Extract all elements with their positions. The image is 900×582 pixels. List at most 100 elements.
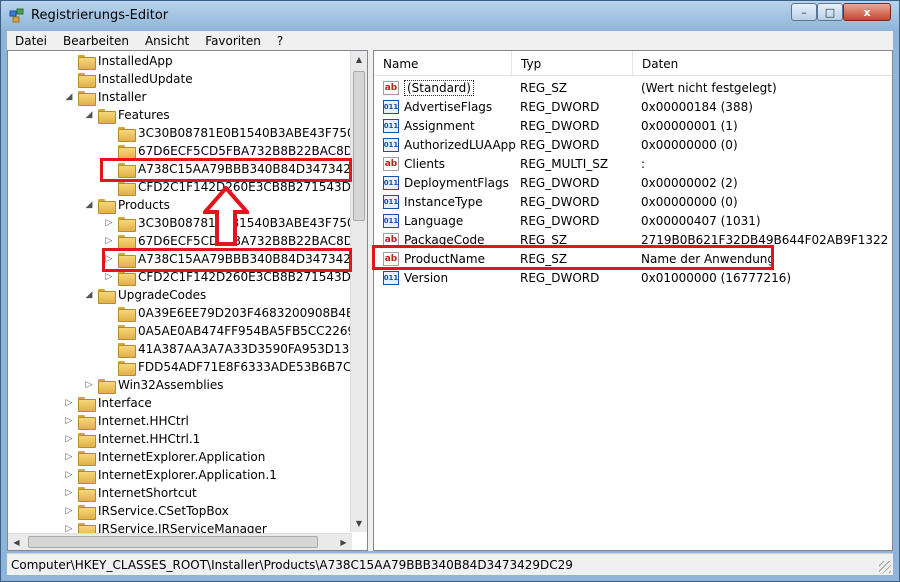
tree-vertical-scrollbar[interactable]: ▲ ▼ bbox=[350, 51, 367, 532]
tree-item[interactable]: ▷ Internet.HHCtrl.1 bbox=[64, 430, 200, 448]
value-list[interactable]: Name Typ Daten ab (Standard) REG_SZ (Wert n… bbox=[373, 50, 893, 551]
value-row[interactable]: 011 AdvertiseFlags REG_DWORD 0x00000184 (38… bbox=[374, 97, 892, 116]
tree-item[interactable]: ◢ Products bbox=[84, 196, 170, 214]
scroll-right-icon[interactable]: ▶ bbox=[335, 534, 352, 550]
tree-item-label: Products bbox=[118, 198, 170, 212]
scroll-up-icon[interactable]: ▲ bbox=[351, 51, 367, 68]
tree-item[interactable]: ◢ UpgradeCodes bbox=[84, 286, 206, 304]
expand-arrow-icon[interactable]: ▷ bbox=[84, 380, 94, 390]
column-name[interactable]: Name bbox=[374, 51, 512, 76]
value-type: REG_DWORD bbox=[520, 118, 600, 133]
tree-item[interactable]: InstalledUpdate bbox=[64, 70, 193, 88]
tree-item-label: Win32Assemblies bbox=[118, 378, 224, 392]
resize-grip-icon[interactable] bbox=[879, 561, 891, 573]
tree-item[interactable]: ▷ Interface bbox=[64, 394, 152, 412]
menu-help[interactable]: ? bbox=[269, 34, 291, 48]
title-bar[interactable]: Registrierungs-Editor – □ x bbox=[1, 1, 899, 31]
tree-item-label: CFD2C1F142D260E3CB8B271543DA9F98 bbox=[138, 180, 368, 194]
maximize-button[interactable]: □ bbox=[817, 3, 843, 21]
expand-arrow-icon bbox=[64, 74, 74, 84]
expand-arrow-icon[interactable]: ▷ bbox=[104, 218, 114, 228]
tree-item[interactable]: 41A387AA3A7A33D3590FA953D1350011 bbox=[104, 340, 367, 358]
tree-item[interactable]: ▷ Internet.HHCtrl bbox=[64, 412, 189, 430]
scroll-thumb[interactable] bbox=[353, 71, 365, 221]
collapse-arrow-icon[interactable]: ◢ bbox=[84, 290, 94, 300]
value-row[interactable]: ab Clients REG_MULTI_SZ: bbox=[374, 154, 892, 173]
collapse-arrow-icon[interactable]: ◢ bbox=[64, 92, 74, 102]
value-row[interactable]: 011 Language REG_DWORD 0x00000407 (1031) bbox=[374, 211, 892, 230]
value-type: REG_DWORD bbox=[520, 99, 600, 114]
expand-arrow-icon[interactable]: ▷ bbox=[64, 488, 74, 498]
expand-arrow-icon[interactable]: ▷ bbox=[64, 416, 74, 426]
folder-icon bbox=[118, 180, 136, 196]
value-type: REG_DWORD bbox=[520, 175, 600, 190]
value-row[interactable]: 011 AuthorizedLUAApp REG_DWORD 0x00000000 (… bbox=[374, 135, 892, 154]
column-type[interactable]: Typ bbox=[512, 51, 633, 76]
value-row[interactable]: 011 InstanceType REG_DWORD 0x00000000 (0) bbox=[374, 192, 892, 211]
tree-item-label: FDD54ADF71E8F6333ADE53B6B7C786A8 bbox=[138, 360, 368, 374]
value-row[interactable]: 011 Assignment REG_DWORD 0x00000001 (1) bbox=[374, 116, 892, 135]
value-row[interactable]: ab (Standard) REG_SZ (Wert nicht festgelegt… bbox=[374, 78, 892, 97]
tree-item-label: InstalledApp bbox=[98, 54, 173, 68]
menu-datei[interactable]: Datei bbox=[7, 34, 55, 48]
tree-item[interactable]: ▷ InternetShortcut bbox=[64, 484, 197, 502]
key-tree[interactable]: InstalledApp InstalledUpdate ◢ Installer ◢ Fe… bbox=[7, 50, 368, 551]
highlight-box-feature-key bbox=[100, 158, 352, 182]
tree-item[interactable]: 0A39E6EE79D203F4683200908B4ED83E bbox=[104, 304, 367, 322]
menu-bearbeiten[interactable]: Bearbeiten bbox=[55, 34, 137, 48]
folder-icon bbox=[78, 414, 96, 430]
folder-icon bbox=[78, 450, 96, 466]
minimize-button[interactable]: – bbox=[791, 3, 817, 21]
expand-arrow-icon[interactable]: ▷ bbox=[104, 236, 114, 246]
folder-icon bbox=[118, 144, 136, 160]
expand-arrow-icon[interactable]: ▷ bbox=[64, 506, 74, 516]
tree-item[interactable]: ▷ Win32Assemblies bbox=[84, 376, 224, 394]
expand-arrow-icon bbox=[104, 344, 114, 354]
string-value-icon: ab bbox=[383, 156, 399, 171]
tree-item[interactable]: 3C30B08781E0B1540B3ABE43F7504CEC bbox=[104, 124, 367, 142]
tree-item-label: UpgradeCodes bbox=[118, 288, 207, 302]
scroll-down-icon[interactable]: ▼ bbox=[351, 515, 367, 532]
folder-icon bbox=[78, 432, 96, 448]
menu-ansicht[interactable]: Ansicht bbox=[137, 34, 197, 48]
menu-favoriten[interactable]: Favoriten bbox=[197, 34, 269, 48]
tree-item-label: CFD2C1F142D260E3CB8B271543DA9F98 bbox=[138, 270, 368, 284]
binary-value-icon: 011 bbox=[383, 194, 399, 209]
close-button[interactable]: x bbox=[843, 3, 891, 21]
binary-value-icon: 011 bbox=[383, 213, 399, 228]
tree-item[interactable]: ▷ InternetExplorer.Application bbox=[64, 448, 265, 466]
collapse-arrow-icon[interactable]: ◢ bbox=[84, 200, 94, 210]
folder-icon bbox=[118, 342, 136, 358]
highlight-box-productname-value bbox=[372, 245, 774, 270]
expand-arrow-icon bbox=[104, 326, 114, 336]
value-data: 0x00000184 (388) bbox=[641, 99, 753, 114]
tree-item[interactable]: 0A5AE0AB474FF954BA5FB5CC22691599 bbox=[104, 322, 368, 340]
tree-item[interactable]: FDD54ADF71E8F6333ADE53B6B7C786A8 bbox=[104, 358, 368, 376]
value-type: REG_DWORD bbox=[520, 194, 600, 209]
value-type: REG_DWORD bbox=[520, 213, 600, 228]
scroll-thumb-horizontal[interactable] bbox=[28, 536, 318, 548]
tree-item[interactable]: InstalledApp bbox=[64, 52, 173, 70]
tree-item[interactable]: ◢ Installer bbox=[64, 88, 146, 106]
value-row[interactable]: 011 Version REG_DWORD 0x01000000 (16777216) bbox=[374, 268, 892, 287]
folder-icon bbox=[118, 216, 136, 232]
scroll-left-icon[interactable]: ◀ bbox=[8, 534, 25, 550]
folder-icon bbox=[98, 198, 116, 214]
value-name: Version bbox=[404, 270, 449, 285]
tree-item[interactable]: ▷ IRService.CSetTopBox bbox=[64, 502, 229, 520]
value-data: (Wert nicht festgelegt) bbox=[641, 80, 777, 95]
value-row[interactable]: 011 DeploymentFlags REG_DWORD 0x00000002 (2… bbox=[374, 173, 892, 192]
tree-item[interactable]: ◢ Features bbox=[84, 106, 170, 124]
expand-arrow-icon[interactable]: ▷ bbox=[64, 452, 74, 462]
expand-arrow-icon[interactable]: ▷ bbox=[64, 398, 74, 408]
tree-horizontal-scrollbar[interactable]: ◀ ▶ bbox=[8, 533, 352, 550]
expand-arrow-icon[interactable]: ▷ bbox=[64, 434, 74, 444]
highlight-box-product-key bbox=[102, 248, 352, 272]
collapse-arrow-icon[interactable]: ◢ bbox=[84, 110, 94, 120]
arrow-up-icon bbox=[203, 186, 249, 246]
expand-arrow-icon[interactable]: ▷ bbox=[64, 470, 74, 480]
tree-item-label: 0A5AE0AB474FF954BA5FB5CC22691599 bbox=[138, 324, 368, 338]
column-data[interactable]: Daten bbox=[633, 51, 892, 76]
expand-arrow-icon[interactable]: ▷ bbox=[104, 272, 114, 282]
tree-item[interactable]: ▷ InternetExplorer.Application.1 bbox=[64, 466, 277, 484]
